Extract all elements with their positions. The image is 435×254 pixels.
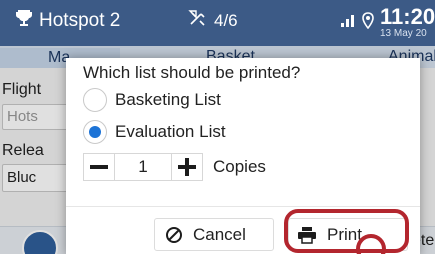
clock-date: 13 May 20: [380, 28, 427, 39]
trophy-antenna-icon: [16, 9, 32, 33]
copies-input[interactable]: 1: [115, 153, 171, 181]
print-dialog: Which list should be printed? Basketing …: [66, 58, 420, 254]
option-basketing-label: Basketing List: [115, 90, 221, 109]
dialog-divider: [66, 206, 420, 207]
clock: 11:20: 13 May 20: [380, 6, 435, 39]
cancel-icon: [166, 226, 182, 243]
option-basketing-list[interactable]: Basketing List: [83, 88, 221, 112]
clock-area: 11:20: 13 May 20: [340, 6, 435, 39]
radio-basketing[interactable]: [83, 88, 107, 112]
cancel-button-label: Cancel: [193, 224, 246, 244]
plus-icon: [178, 158, 196, 176]
signal-icon: [340, 12, 356, 33]
clock-time: 11:20:: [380, 4, 435, 29]
satellite-status: 4/6: [188, 9, 238, 32]
copies-stepper: 1 Copies: [83, 153, 266, 181]
satellite-count: 4/6: [214, 10, 238, 30]
print-button[interactable]: Print: [288, 218, 408, 251]
copies-label: Copies: [213, 157, 266, 176]
network-status: Hotspot 2: [16, 9, 120, 33]
dialog-title: Which list should be printed?: [83, 63, 301, 82]
minus-icon: [90, 165, 108, 169]
status-bar: Hotspot 2 4/6 11:20 13 May 20: [0, 0, 435, 46]
satellite-icon: [188, 9, 208, 32]
printer-icon: [298, 226, 316, 244]
option-evaluation-list[interactable]: Evaluation List: [83, 120, 226, 144]
option-evaluation-label: Evaluation List: [115, 122, 226, 141]
radio-selected-dot: [89, 126, 101, 138]
radio-evaluation[interactable]: [83, 120, 107, 144]
increment-button[interactable]: [171, 153, 203, 181]
decrement-button[interactable]: [83, 153, 115, 181]
app-screen: Hotspot 2 4/6 11:20 13 May 20 Ma Basket …: [0, 0, 435, 254]
location-pin-icon: [362, 11, 374, 34]
network-name: Hotspot 2: [39, 10, 121, 31]
cancel-button[interactable]: Cancel: [154, 218, 274, 251]
